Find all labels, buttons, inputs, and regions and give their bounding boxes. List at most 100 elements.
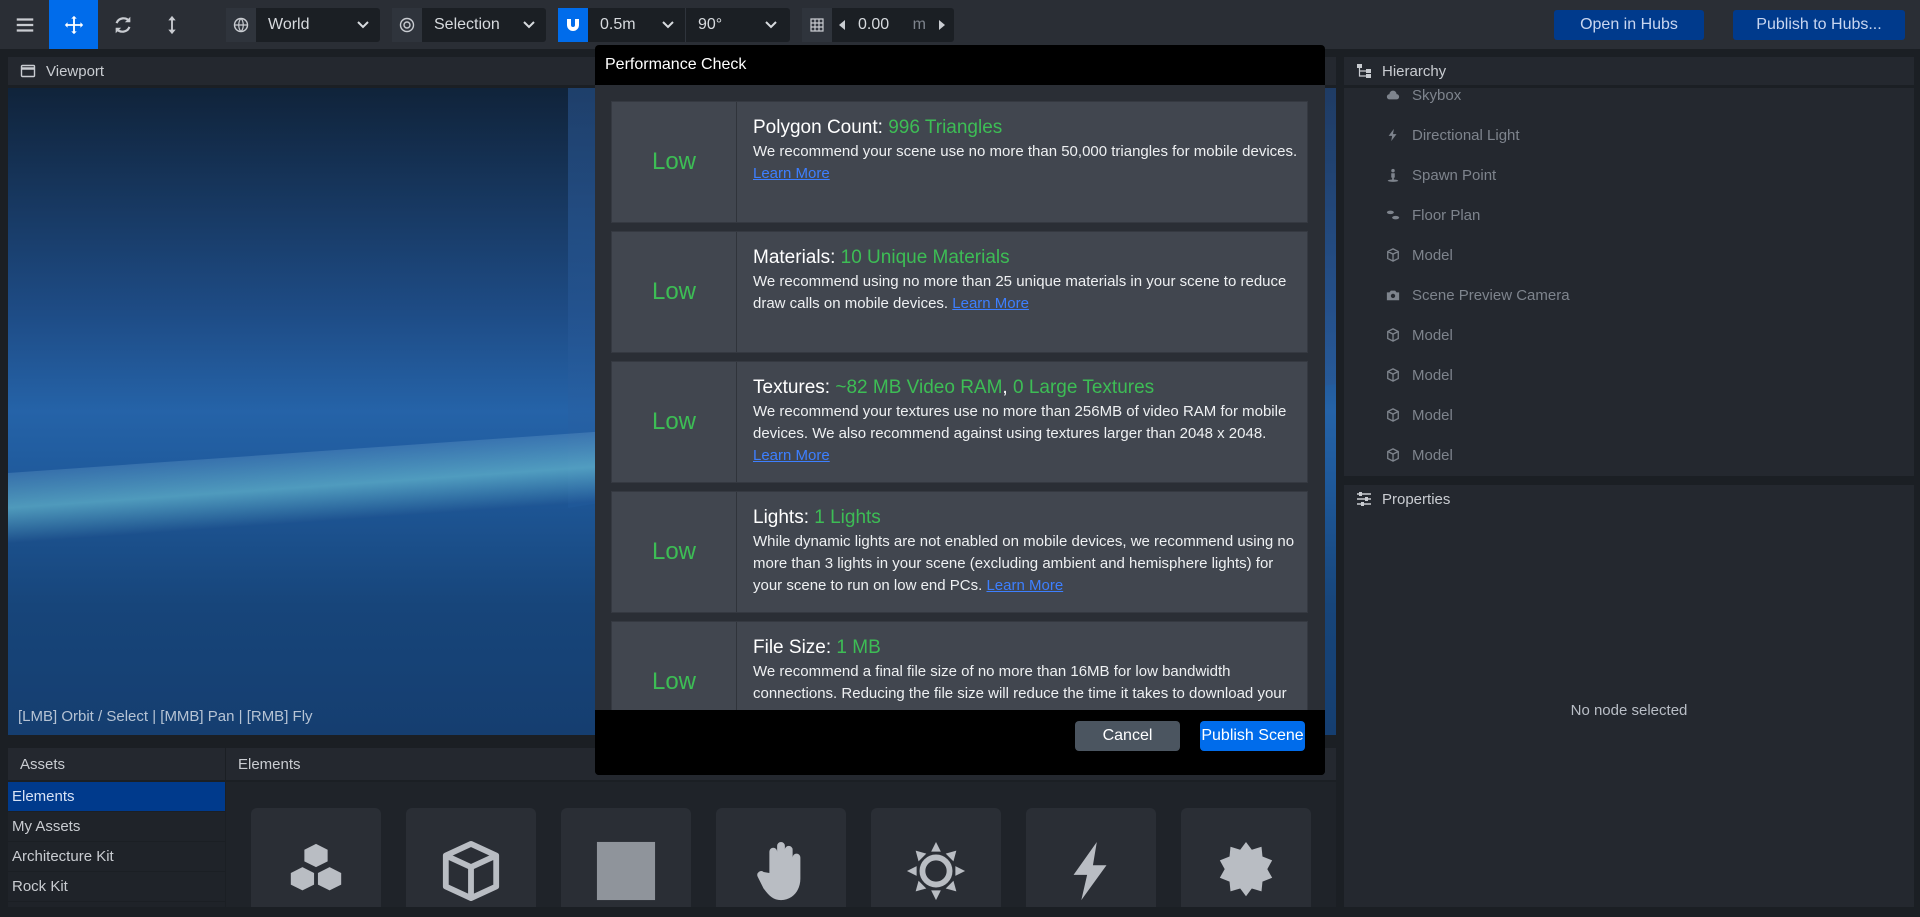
element-card-directional-light[interactable] — [1026, 808, 1156, 907]
grid-increase-button[interactable] — [932, 8, 952, 42]
assets-title: Assets — [20, 755, 66, 773]
properties-panel: No node selected — [1344, 512, 1914, 907]
hierarchy-item[interactable]: Model — [1386, 405, 1453, 425]
hierarchy-item[interactable]: Directional Light — [1386, 125, 1520, 145]
dialog-body: Low Polygon Count: 996 Triangles We reco… — [595, 85, 1325, 710]
element-card-light[interactable] — [871, 808, 1001, 907]
arrows-move-icon — [64, 15, 83, 34]
hierarchy-item[interactable]: Model — [1386, 365, 1453, 385]
check-rating: Low — [612, 492, 737, 612]
check-file-size: Low File Size: 1 MB We recommend a final… — [611, 621, 1308, 710]
hierarchy-item-label: Model — [1412, 246, 1453, 264]
element-card-point-light[interactable] — [1181, 808, 1311, 907]
asset-source-architecture-kit[interactable]: Architecture Kit — [8, 842, 225, 872]
hierarchy-item[interactable]: Model — [1386, 245, 1453, 265]
cubes-icon — [290, 843, 342, 891]
cube-icon — [1387, 448, 1399, 462]
hierarchy-item[interactable]: Model — [1386, 445, 1453, 465]
check-value-secondary: 0 Large Textures — [1012, 377, 1155, 398]
arrows-vertical-icon — [167, 15, 176, 34]
cube-icon — [1387, 328, 1399, 342]
learn-more-link[interactable]: Learn More — [986, 577, 1063, 594]
learn-more-link[interactable]: Learn More — [753, 165, 830, 182]
check-label: Lights: — [753, 507, 809, 528]
check-textures: Low Textures: ~82 MB Video RAM, 0 Large … — [611, 361, 1308, 483]
certificate-icon — [1219, 841, 1273, 897]
hierarchy-item-label: Scene Preview Camera — [1412, 286, 1570, 304]
cancel-button[interactable]: Cancel — [1075, 721, 1180, 751]
transform-space-select[interactable]: World — [256, 8, 380, 42]
hierarchy-item[interactable]: Floor Plan — [1386, 205, 1480, 225]
check-label: File Size: — [753, 637, 832, 658]
check-label: Materials: — [753, 247, 836, 268]
hand-icon — [757, 841, 801, 901]
menu-icon — [16, 17, 33, 32]
check-value: 10 Unique Materials — [840, 247, 1010, 268]
shoe-prints-icon — [1386, 210, 1400, 220]
rotate-tool-button[interactable] — [98, 0, 147, 49]
publish-scene-button[interactable]: Publish Scene — [1200, 721, 1305, 751]
check-value: 1 Lights — [814, 507, 881, 528]
hierarchy-item-label: Model — [1412, 326, 1453, 344]
asset-source-rock-kit[interactable]: Rock Kit — [8, 872, 225, 902]
square-icon — [596, 841, 656, 901]
element-card-interactable[interactable] — [716, 808, 846, 907]
translate-tool-button[interactable] — [49, 0, 98, 49]
element-card-box[interactable] — [561, 808, 691, 907]
caret-left-icon — [839, 20, 845, 30]
chevron-down-icon — [662, 21, 674, 29]
hierarchy-item-label: Model — [1412, 366, 1453, 384]
magnet-icon — [567, 19, 579, 31]
open-in-hubs-button[interactable]: Open in Hubs — [1554, 10, 1704, 40]
properties-header: Properties — [1344, 485, 1914, 513]
publish-to-hubs-button[interactable]: Publish to Hubs... — [1733, 10, 1905, 40]
hierarchy-item-label: Directional Light — [1412, 126, 1520, 144]
check-description: We recommend your textures use no more t… — [753, 403, 1287, 442]
hierarchy-item[interactable]: Skybox — [1386, 88, 1461, 105]
rotation-snap-select[interactable]: 90° — [686, 8, 788, 42]
check-separator: , — [1002, 377, 1008, 398]
transform-space-value: World — [268, 16, 310, 33]
bolt-icon — [1073, 841, 1107, 901]
viewport-controls-hint: [LMB] Orbit / Select | [MMB] Pan | [RMB]… — [18, 708, 313, 725]
learn-more-link[interactable]: Learn More — [753, 447, 830, 464]
hierarchy-item-label: Model — [1412, 446, 1453, 464]
hierarchy-item[interactable]: Spawn Point — [1386, 165, 1496, 185]
grid-group: 0.00 m — [802, 8, 954, 42]
globe-icon — [226, 8, 256, 42]
elements-title: Elements — [238, 755, 301, 773]
transform-pivot-value: Selection — [434, 16, 500, 33]
grid-height-input[interactable]: 0.00 m — [852, 8, 932, 42]
hierarchy-item[interactable]: Scene Preview Camera — [1386, 285, 1570, 305]
caret-right-icon — [939, 20, 945, 30]
snap-group: 0.5m 90° — [558, 8, 790, 42]
element-card-model[interactable] — [251, 808, 381, 907]
performance-check-dialog: Performance Check Low Polygon Count: 996… — [595, 45, 1325, 775]
check-description: We recommend your scene use no more than… — [753, 143, 1298, 160]
cube-icon — [1387, 408, 1399, 422]
scale-tool-button[interactable] — [147, 0, 196, 49]
street-view-icon — [1387, 168, 1399, 182]
hierarchy-item[interactable]: Model — [1386, 325, 1453, 345]
check-label: Textures: — [753, 377, 831, 398]
check-rating: Low — [612, 102, 737, 222]
transform-pivot-select[interactable]: Selection — [422, 8, 546, 42]
asset-source-elements[interactable]: Elements — [8, 782, 225, 812]
snap-toggle-button[interactable] — [558, 8, 588, 42]
grid-height-value: 0.00 — [858, 16, 890, 33]
grid-toggle-button[interactable] — [802, 8, 832, 42]
translation-snap-select[interactable]: 0.5m — [588, 8, 686, 42]
translation-snap-value: 0.5m — [600, 16, 636, 33]
grid-decrease-button[interactable] — [832, 8, 852, 42]
menu-button[interactable] — [0, 0, 49, 49]
transform-space-group: World — [226, 8, 380, 42]
assets-header: Assets — [8, 748, 225, 780]
learn-more-link[interactable]: Learn More — [952, 295, 1029, 312]
check-value: ~82 MB Video RAM — [835, 377, 1003, 398]
element-card-group[interactable] — [406, 808, 536, 907]
check-rating: Low — [612, 622, 737, 710]
properties-title: Properties — [1382, 490, 1451, 508]
hierarchy-item-label: Model — [1412, 406, 1453, 424]
asset-source-my-assets[interactable]: My Assets — [8, 812, 225, 842]
check-rating: Low — [612, 362, 737, 482]
